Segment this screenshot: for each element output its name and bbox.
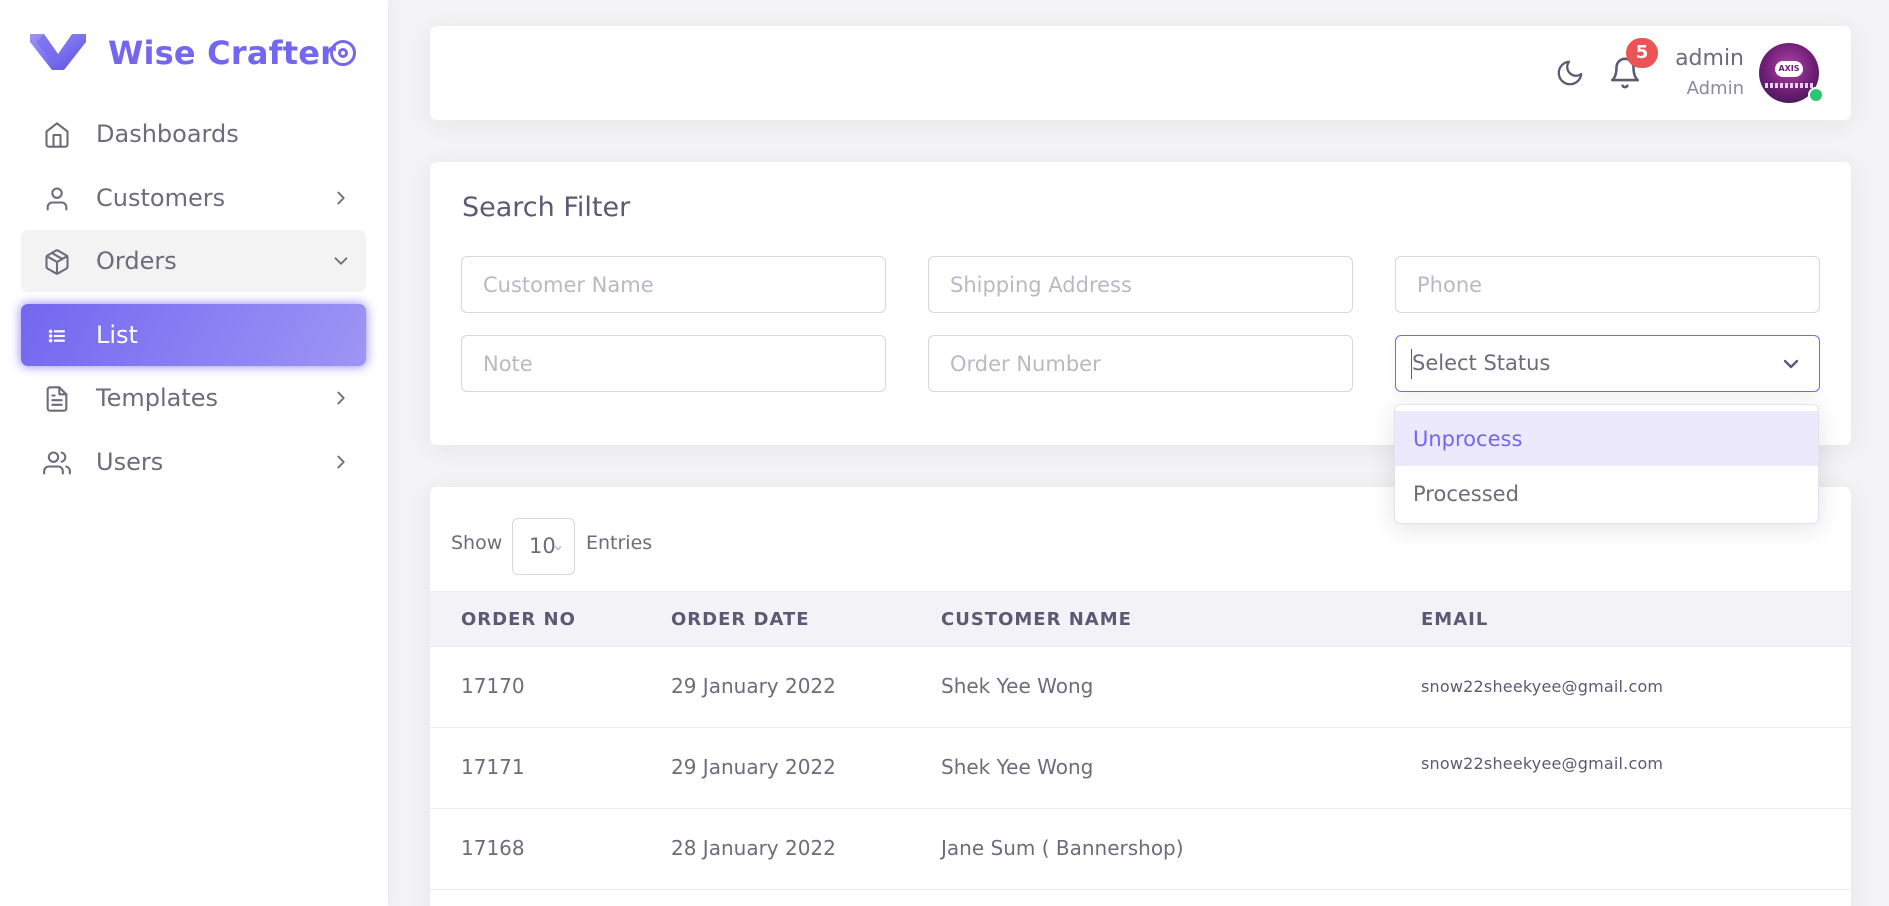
moon-icon[interactable] <box>1555 58 1585 88</box>
brand-name: Wise Crafter <box>108 34 337 72</box>
list-icon <box>48 329 66 343</box>
sidebar-item-list[interactable]: List <box>21 304 366 366</box>
column-header-order-date[interactable]: ORDER DATE <box>671 609 810 630</box>
sidebar-item-customers[interactable]: Customers <box>21 167 366 229</box>
status-dropdown-menu: Unprocess Processed <box>1394 404 1819 524</box>
show-label: Show <box>451 532 503 554</box>
brand[interactable] <box>30 30 86 74</box>
sidebar-item-label: Customers <box>96 184 226 212</box>
user-role: Admin <box>1686 78 1744 99</box>
text-cursor <box>1411 349 1412 379</box>
order-date-cell: 28 January 2022 <box>671 836 836 860</box>
status-select-value: Select Status <box>1412 351 1551 375</box>
status-select[interactable]: Select Status <box>1395 335 1820 392</box>
phone-input[interactable] <box>1395 256 1820 313</box>
orders-table-card: Show 10 Entries ORDER NO ORDER DATE CUST… <box>430 487 1851 906</box>
order-date-cell: 29 January 2022 <box>671 755 836 779</box>
table-row[interactable]: 17168 28 January 2022 Jane Sum ( Banners… <box>430 809 1851 890</box>
column-header-customer-name[interactable]: CUSTOMER NAME <box>941 609 1132 630</box>
user-name[interactable]: admin <box>1675 46 1744 71</box>
user-icon <box>46 187 68 211</box>
sidebar-item-label: Users <box>96 448 164 476</box>
sidebar-item-orders[interactable]: Orders <box>21 230 366 292</box>
sidebar-item-label: Dashboards <box>96 120 239 148</box>
chevron-down-icon <box>1783 359 1799 369</box>
column-header-order-no[interactable]: ORDER NO <box>461 609 576 630</box>
order-number-input[interactable] <box>928 335 1353 392</box>
avatar-decoration <box>1765 83 1813 88</box>
shipping-address-input[interactable] <box>928 256 1353 313</box>
chevron-down-icon <box>334 257 348 265</box>
order-no-cell: 17170 <box>461 674 525 698</box>
top-navbar: 5 admin Admin AXIS <box>430 26 1851 120</box>
avatar-logo-text: AXIS <box>1778 64 1800 73</box>
home-icon <box>45 122 69 148</box>
search-filter-title: Search Filter <box>462 192 631 223</box>
sidebar-toggle-icon[interactable] <box>330 40 356 66</box>
sidebar-item-label: Orders <box>96 247 177 275</box>
status-option-processed[interactable]: Processed <box>1395 466 1818 521</box>
email-cell: snow22sheekyee@gmail.com <box>1421 754 1664 773</box>
customer-name-cell: Shek Yee Wong <box>941 755 1094 779</box>
table-header: ORDER NO ORDER DATE CUSTOMER NAME EMAIL <box>430 591 1851 647</box>
order-no-cell: 17171 <box>461 755 525 779</box>
search-filter-card: Search Filter Select Status <box>430 162 1851 445</box>
users-icon <box>43 451 71 475</box>
chevron-down-icon <box>554 546 562 551</box>
entries-per-page-select[interactable]: 10 <box>512 518 575 575</box>
order-date-cell: 29 January 2022 <box>671 674 836 698</box>
sidebar-item-users[interactable]: Users <box>21 431 366 493</box>
customer-name-input[interactable] <box>461 256 886 313</box>
sidebar-item-templates[interactable]: Templates <box>21 367 366 429</box>
column-header-email[interactable]: EMAIL <box>1421 609 1488 630</box>
chevron-right-icon <box>337 455 345 469</box>
brand-logo-icon <box>30 34 86 70</box>
chevron-right-icon <box>337 191 345 205</box>
chevron-right-icon <box>337 391 345 405</box>
file-text-icon <box>46 386 68 412</box>
status-option-unprocess[interactable]: Unprocess <box>1395 411 1818 466</box>
sidebar-item-label: Templates <box>96 384 219 412</box>
table-row[interactable]: 17170 29 January 2022 Shek Yee Wong snow… <box>430 647 1851 728</box>
email-cell: snow22sheekyee@gmail.com <box>1421 677 1664 696</box>
table-row[interactable]: 17171 29 January 2022 Shek Yee Wong snow… <box>430 728 1851 809</box>
order-no-cell: 17168 <box>461 836 525 860</box>
sidebar: Wise Crafter Dashboards Customers Orders… <box>0 0 388 906</box>
online-status-dot <box>1808 87 1824 103</box>
entries-value: 10 <box>529 534 556 558</box>
customer-name-cell: Jane Sum ( Bannershop) <box>941 836 1184 860</box>
notification-badge: 5 <box>1626 38 1658 68</box>
note-input[interactable] <box>461 335 886 392</box>
customer-name-cell: Shek Yee Wong <box>941 674 1094 698</box>
sidebar-item-label: List <box>96 321 138 349</box>
package-icon <box>45 249 69 275</box>
entries-label: Entries <box>586 532 653 554</box>
sidebar-item-dashboards[interactable]: Dashboards <box>21 103 366 165</box>
